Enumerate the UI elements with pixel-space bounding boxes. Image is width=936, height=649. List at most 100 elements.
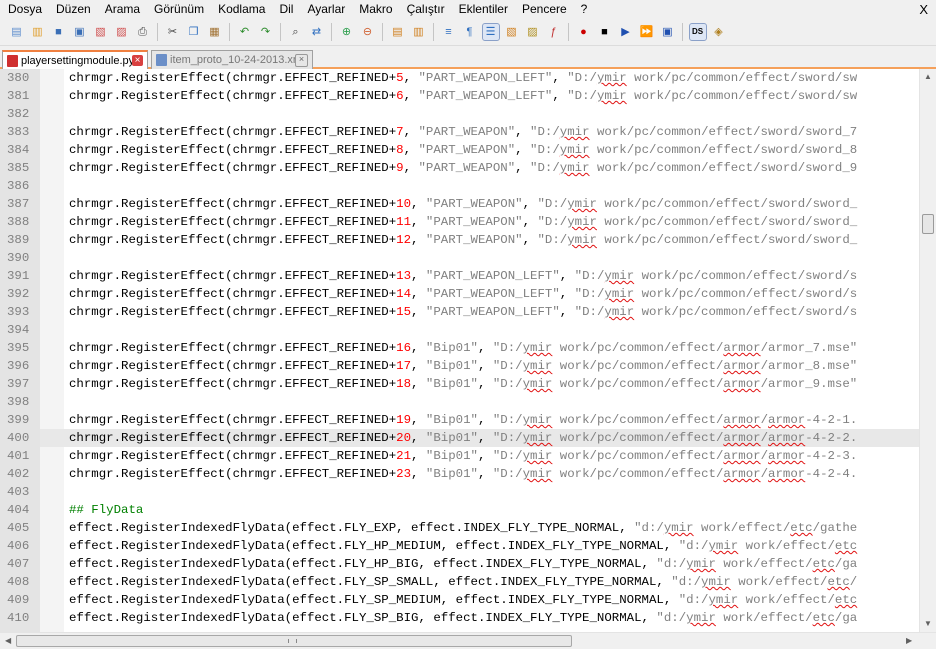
string-literal: work/pc/common/effect/sword/sword_ <box>596 233 858 247</box>
string-literal: "d:/ <box>656 611 687 625</box>
code-line[interactable]: 396 chrmgr.RegisterEffect(chrmgr.EFFECT_R… <box>0 357 919 375</box>
zoom-in-icon[interactable]: ⊕ <box>339 24 355 40</box>
menu-item-9[interactable]: Eklentiler <box>452 0 515 19</box>
indent-guide-icon[interactable]: ☰ <box>481 23 500 41</box>
save-macro-icon[interactable]: ▣ <box>660 24 676 40</box>
tab-playersettingmodule[interactable]: playersettingmodule.py × <box>2 50 148 69</box>
code-line[interactable]: 397 chrmgr.RegisterEffect(chrmgr.EFFECT_R… <box>0 375 919 393</box>
find-icon[interactable]: ⌕ <box>288 24 304 40</box>
number-literal: 12 <box>396 233 412 247</box>
menu-item-3[interactable]: Görünüm <box>147 0 211 19</box>
scroll-down-arrow-icon[interactable]: ▼ <box>924 620 932 628</box>
code-token: , <box>477 359 493 373</box>
run-macro-multiple-icon[interactable]: ⏩ <box>639 24 655 40</box>
code-line[interactable]: 407 effect.RegisterIndexedFlyData(effect.… <box>0 555 919 573</box>
sync-vertical-scroll-icon[interactable]: ▤ <box>390 24 406 40</box>
horizontal-scroll-thumb[interactable] <box>16 635 572 647</box>
user-defined-language-icon[interactable]: ▧ <box>504 24 520 40</box>
code-line[interactable]: 403 <box>0 483 919 501</box>
code-line[interactable]: 393 chrmgr.RegisterEffect(chrmgr.EFFECT_R… <box>0 303 919 321</box>
code-line[interactable]: 390 <box>0 249 919 267</box>
code-line[interactable]: 405 effect.RegisterIndexedFlyData(effect.… <box>0 519 919 537</box>
code-token: effect.RegisterIndexedFlyData(effect.FLY… <box>69 521 635 535</box>
code-token: chrmgr.RegisterEffect(chrmgr.EFFECT_REFI… <box>69 71 397 85</box>
code-line[interactable]: 392 chrmgr.RegisterEffect(chrmgr.EFFECT_R… <box>0 285 919 303</box>
line-code: effect.RegisterIndexedFlyData(effect.FLY… <box>69 609 857 627</box>
playback-macro-icon[interactable]: ▶ <box>618 24 634 40</box>
menu-item-1[interactable]: Düzen <box>49 0 98 19</box>
code-line[interactable]: 406 effect.RegisterIndexedFlyData(effect.… <box>0 537 919 555</box>
menu-item-4[interactable]: Kodlama <box>211 0 272 19</box>
menu-item-2[interactable]: Arama <box>98 0 147 19</box>
code-line[interactable]: 401 chrmgr.RegisterEffect(chrmgr.EFFECT_R… <box>0 447 919 465</box>
record-macro-icon[interactable]: ● <box>576 24 592 40</box>
menu-item-5[interactable]: Dil <box>272 0 300 19</box>
close-document-button[interactable]: X <box>919 0 928 19</box>
new-file-icon[interactable]: ▤ <box>9 24 25 40</box>
code-line[interactable]: 404 ## FlyData <box>0 501 919 519</box>
code-line[interactable]: 391 chrmgr.RegisterEffect(chrmgr.EFFECT_R… <box>0 267 919 285</box>
vertical-scrollbar[interactable]: ▲ ▼ <box>919 69 936 632</box>
close-tab-icon[interactable]: × <box>295 53 308 67</box>
paste-icon[interactable]: ▦ <box>207 24 223 40</box>
code-line[interactable]: 399 chrmgr.RegisterEffect(chrmgr.EFFECT_R… <box>0 411 919 429</box>
menu-item-6[interactable]: Ayarlar <box>300 0 352 19</box>
plugin-icon[interactable]: ◈ <box>711 24 727 40</box>
show-all-characters-icon[interactable]: ¶ <box>462 24 478 40</box>
menu-item-0[interactable]: Dosya <box>0 0 49 19</box>
tab-item-proto[interactable]: item_proto_10-24-2013.xml × <box>151 50 313 69</box>
function-list-icon[interactable]: ƒ <box>546 24 562 40</box>
code-line[interactable]: 402 chrmgr.RegisterEffect(chrmgr.EFFECT_R… <box>0 465 919 483</box>
scroll-left-arrow-icon[interactable]: ◀ <box>5 637 11 645</box>
close-tab-icon[interactable]: × <box>132 55 143 66</box>
code-line[interactable]: 385 chrmgr.RegisterEffect(chrmgr.EFFECT_R… <box>0 159 919 177</box>
save-icon[interactable]: ■ <box>51 24 67 40</box>
code-line[interactable]: 410 effect.RegisterIndexedFlyData(effect.… <box>0 609 919 627</box>
word-wrap-icon[interactable]: ≡ <box>441 24 457 40</box>
scroll-up-arrow-icon[interactable]: ▲ <box>924 73 932 81</box>
save-all-icon[interactable]: ▣ <box>72 24 88 40</box>
vertical-scroll-thumb[interactable] <box>922 214 934 234</box>
replace-icon[interactable]: ⇄ <box>309 24 325 40</box>
code-editor[interactable]: 380 chrmgr.RegisterEffect(chrmgr.EFFECT_R… <box>0 69 919 632</box>
code-line[interactable]: 380 chrmgr.RegisterEffect(chrmgr.EFFECT_R… <box>0 69 919 87</box>
scroll-right-arrow-icon[interactable]: ▶ <box>906 637 912 645</box>
code-line[interactable]: 395 chrmgr.RegisterEffect(chrmgr.EFFECT_R… <box>0 339 919 357</box>
toolbar-separator <box>157 23 158 41</box>
code-line[interactable]: 386 <box>0 177 919 195</box>
close-file-icon[interactable]: ▧ <box>93 24 109 40</box>
code-line[interactable]: 389 chrmgr.RegisterEffect(chrmgr.EFFECT_R… <box>0 231 919 249</box>
redo-icon[interactable]: ↷ <box>258 24 274 40</box>
code-line[interactable]: 387 chrmgr.RegisterEffect(chrmgr.EFFECT_R… <box>0 195 919 213</box>
ds-plugin-icon[interactable]: DS <box>688 23 707 41</box>
string-literal: work/pc/common/effect/sword/sw <box>626 89 858 103</box>
open-file-icon[interactable]: ▥ <box>30 24 46 40</box>
code-line[interactable]: 388 chrmgr.RegisterEffect(chrmgr.EFFECT_R… <box>0 213 919 231</box>
line-number: 397 <box>7 377 30 391</box>
zoom-out-icon[interactable]: ⊖ <box>360 24 376 40</box>
code-line[interactable]: 382 <box>0 105 919 123</box>
stop-recording-icon[interactable]: ■ <box>597 24 613 40</box>
menu-item-8[interactable]: Çalıştır <box>400 0 452 19</box>
undo-icon[interactable]: ↶ <box>237 24 253 40</box>
document-map-icon[interactable]: ▨ <box>525 24 541 40</box>
code-token: effect.RegisterIndexedFlyData(effect.FLY… <box>69 593 679 607</box>
cut-icon[interactable]: ✂ <box>165 24 181 40</box>
menu-item-10[interactable]: Pencere <box>515 0 574 19</box>
close-all-icon[interactable]: ▨ <box>114 24 130 40</box>
copy-icon[interactable]: ❐ <box>186 24 202 40</box>
line-number: 406 <box>7 539 30 553</box>
horizontal-scrollbar[interactable]: ◀ ▶ <box>0 632 936 649</box>
code-line[interactable]: 381 chrmgr.RegisterEffect(chrmgr.EFFECT_R… <box>0 87 919 105</box>
code-line[interactable]: 383 chrmgr.RegisterEffect(chrmgr.EFFECT_R… <box>0 123 919 141</box>
sync-horizontal-scroll-icon[interactable]: ▥ <box>411 24 427 40</box>
code-line[interactable]: 400 chrmgr.RegisterEffect(chrmgr.EFFECT_R… <box>0 429 919 447</box>
menu-item-11[interactable]: ? <box>574 0 595 19</box>
print-icon[interactable]: ⎙ <box>135 24 151 40</box>
code-line[interactable]: 398 <box>0 393 919 411</box>
menu-item-7[interactable]: Makro <box>352 0 399 19</box>
code-line[interactable]: 408 effect.RegisterIndexedFlyData(effect.… <box>0 573 919 591</box>
code-line[interactable]: 384 chrmgr.RegisterEffect(chrmgr.EFFECT_R… <box>0 141 919 159</box>
code-line[interactable]: 394 <box>0 321 919 339</box>
code-line[interactable]: 409 effect.RegisterIndexedFlyData(effect.… <box>0 591 919 609</box>
